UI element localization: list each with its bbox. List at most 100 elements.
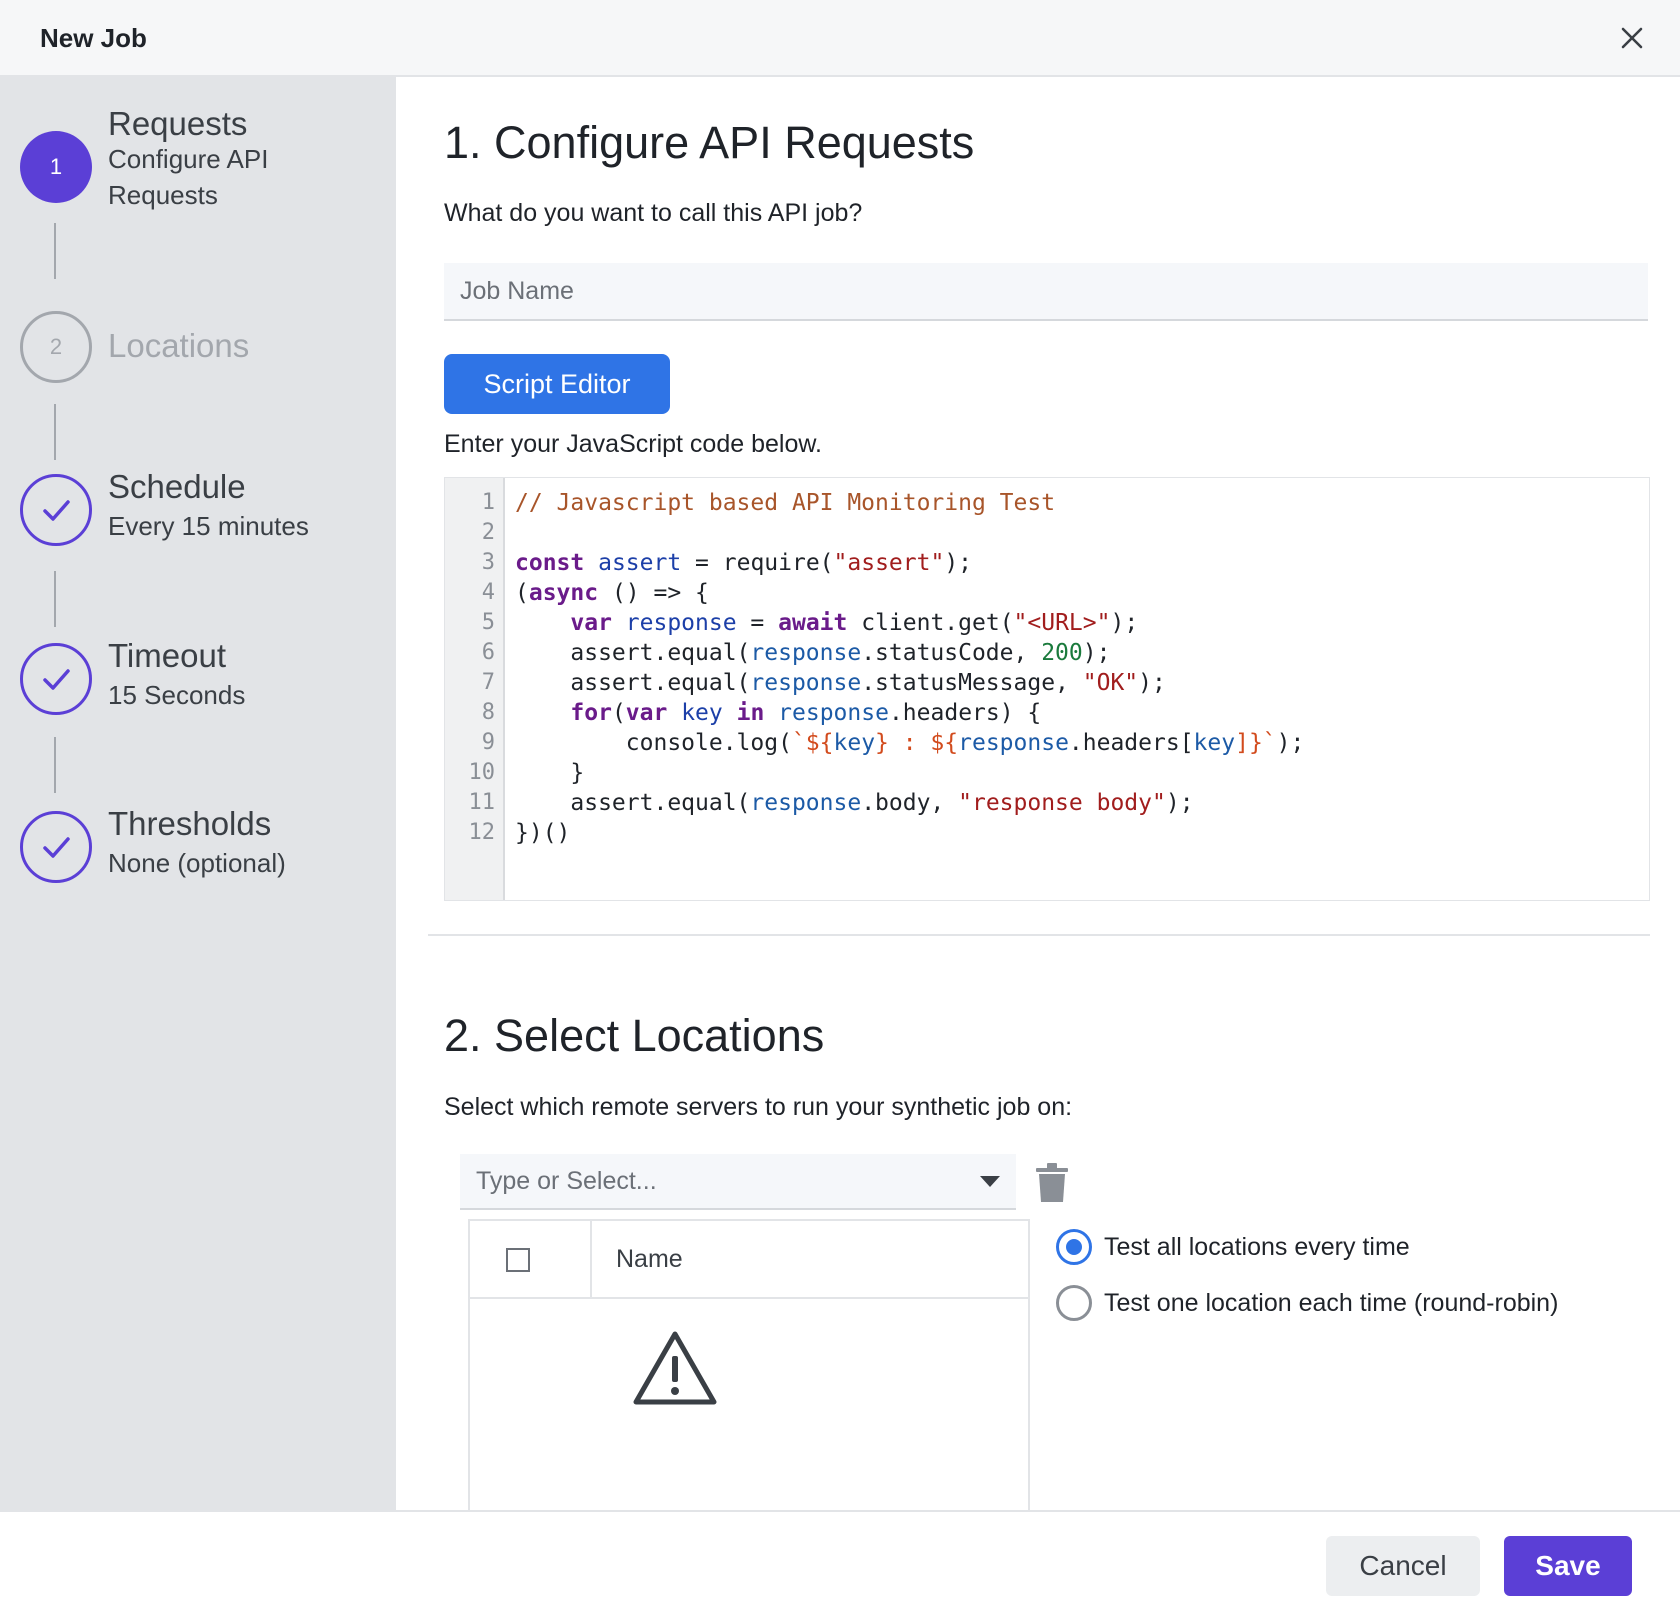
code-token: ); [1138, 670, 1166, 696]
radio-label: Test one location each time (round-robin… [1104, 1288, 1559, 1317]
code-token: .statusMessage, [861, 670, 1083, 696]
radio-round-robin[interactable]: Test one location each time (round-robin… [1056, 1285, 1558, 1321]
code-token: async [528, 580, 599, 606]
code-token: "response body" [958, 790, 1166, 816]
main-content: 1. Configure API Requests What do you wa… [396, 77, 1680, 1510]
step-name: Thresholds [108, 805, 272, 842]
code-line: var response = await client.get("<URL>")… [515, 608, 1138, 638]
line-number: 12 [468, 820, 496, 845]
code-token: ( [515, 580, 529, 606]
code-token: "OK" [1082, 670, 1139, 696]
section-divider [428, 934, 1650, 936]
check-icon [20, 474, 92, 546]
line-number: 9 [481, 730, 495, 755]
caret-down-icon [980, 1176, 1000, 1187]
code-token: `${ [791, 730, 834, 756]
code-line: console.log(`${key} : ${response.headers… [515, 728, 1305, 758]
code-token: response [750, 670, 862, 696]
code-line: assert.equal(response.body, "response bo… [515, 788, 1194, 818]
line-number: 10 [468, 760, 496, 785]
line-number: 1 [481, 490, 495, 515]
job-name-placeholder: Job Name [460, 276, 574, 305]
step-connector [54, 737, 56, 793]
code-token: .statusCode, [861, 640, 1042, 666]
code-line: } [515, 760, 585, 786]
step-summary: Every 15 minutes [108, 511, 309, 541]
step-name: Timeout [108, 637, 226, 674]
select-all-checkbox[interactable] [506, 1248, 530, 1272]
check-icon [20, 643, 92, 715]
locations-prompt: Select which remote servers to run your … [444, 1093, 1073, 1121]
code-token: key [1193, 730, 1236, 756]
code-token: = [736, 610, 779, 636]
code-token: key [681, 700, 723, 726]
code-token: console.log( [515, 730, 792, 756]
code-token: response [958, 730, 1069, 756]
code-token: ]}` [1235, 730, 1277, 756]
code-token: "<URL>" [1013, 610, 1111, 636]
job-name-input[interactable]: Job Name [444, 263, 1648, 321]
line-number: 2 [481, 520, 495, 545]
line-number: 5 [481, 610, 495, 635]
step-summary: None (optional) [108, 848, 286, 878]
step-name: Schedule [108, 468, 246, 505]
steps-sidebar: 1 Requests Configure API Requests 2 Loca… [0, 77, 396, 1510]
modal-footer: Cancel Save [0, 1510, 1680, 1614]
code-token: response [750, 790, 862, 816]
step-summary: Configure API Requests [108, 144, 269, 210]
code-token: client.get( [847, 610, 1014, 636]
radio-button-selected[interactable] [1056, 1229, 1092, 1265]
save-button[interactable]: Save [1504, 1536, 1632, 1596]
code-token: response [778, 700, 889, 726]
check-icon [20, 811, 92, 883]
code-line: assert.equal(response.statusMessage, "OK… [515, 668, 1166, 698]
code-token: ); [1165, 790, 1194, 816]
code-token: ); [1082, 640, 1111, 666]
code-token: await [778, 610, 848, 636]
code-token: assert.equal( [515, 790, 751, 816]
radio-test-all[interactable]: Test all locations every time [1056, 1229, 1410, 1265]
code-line: })() [515, 820, 571, 846]
job-name-question: What do you want to call this API job? [444, 199, 863, 227]
code-token: () => { [598, 580, 709, 606]
table-header: Name [470, 1221, 1028, 1299]
code-token: key [833, 730, 876, 756]
section-heading-locations: 2. Select Locations [444, 1010, 825, 1061]
code-token: var [625, 700, 668, 726]
code-token: ); [1110, 610, 1139, 636]
radio-button[interactable] [1056, 1285, 1092, 1321]
code-token: response [750, 640, 862, 666]
code-editor[interactable]: 1 2 3 4 5 6 7 8 9 10 11 12 // Javascript… [444, 477, 1650, 901]
code-token: assert [598, 550, 682, 576]
code-token: } : ${ [875, 730, 959, 756]
code-token: var [570, 610, 612, 636]
code-line: for(var key in response.headers) { [515, 698, 1041, 728]
code-token: "assert" [833, 550, 945, 576]
code-token: ); [1276, 730, 1305, 756]
trash-icon[interactable] [1034, 1162, 1070, 1204]
column-header-name[interactable]: Name [616, 1245, 683, 1274]
line-number: 6 [481, 640, 495, 665]
script-editor-button[interactable]: Script Editor [444, 354, 670, 414]
code-line: assert.equal(response.statusCode, 200); [515, 638, 1110, 668]
location-select[interactable]: Type or Select... [460, 1154, 1016, 1210]
code-token: .headers) { [888, 700, 1042, 726]
line-number: 11 [468, 790, 496, 815]
warning-icon [633, 1331, 717, 1405]
new-job-modal: New Job 1 Requests Configure API Request… [0, 0, 1680, 1614]
modal-title: New Job [40, 23, 147, 53]
code-token: assert.equal( [515, 670, 751, 696]
step-number-badge: 2 [20, 311, 92, 383]
cancel-button[interactable]: Cancel [1326, 1536, 1480, 1596]
close-icon[interactable] [1614, 20, 1650, 56]
line-number: 7 [481, 670, 495, 695]
code-line: const assert = require("assert"); [515, 548, 972, 578]
code-token: assert.equal( [515, 640, 751, 666]
code-token: ( [611, 700, 626, 726]
